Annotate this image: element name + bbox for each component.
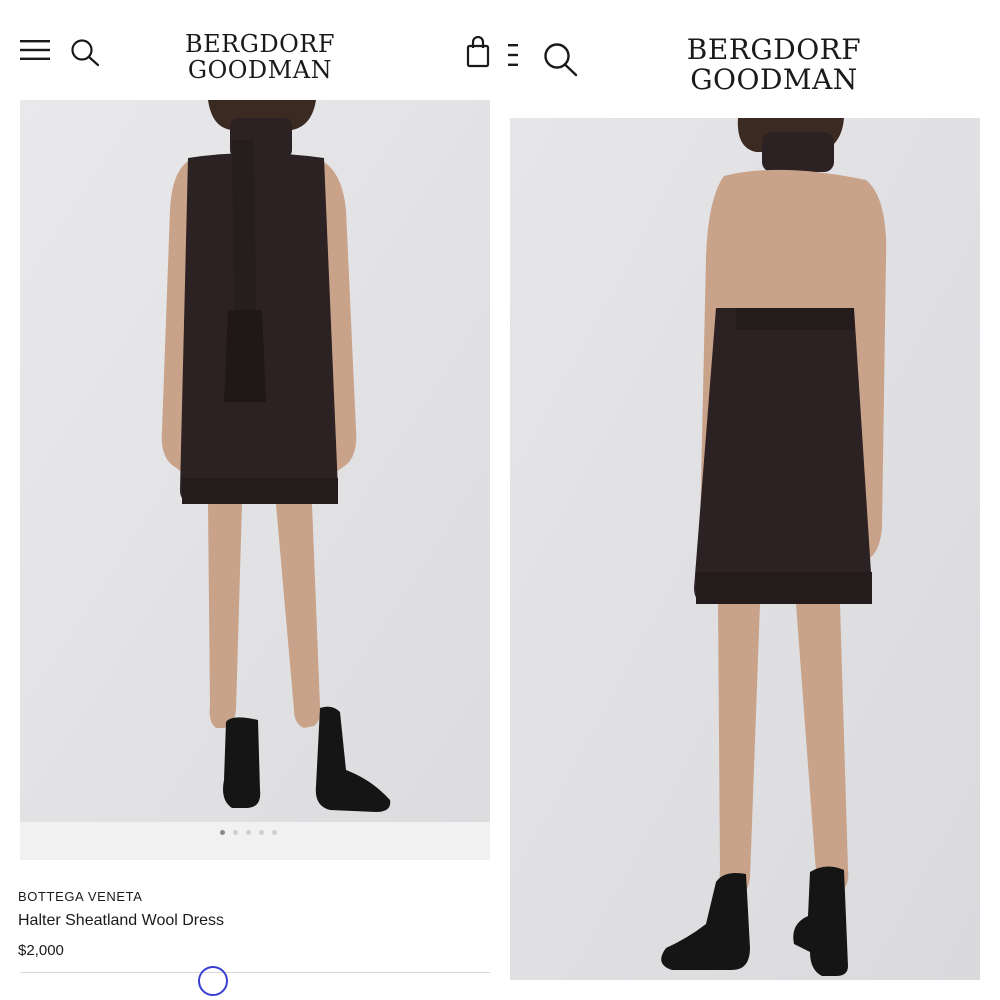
search-icon[interactable] [70, 38, 102, 68]
logo-line-1: BERGDORF [686, 33, 862, 66]
product-name: Halter Sheatland Wool Dress [18, 912, 225, 929]
pagination-dot-4[interactable] [259, 830, 264, 835]
right-product-screen: BERGDORF GOODMAN [500, 0, 1000, 1000]
pagination-dot-2[interactable] [233, 830, 238, 835]
left-product-screen: BERGDORF GOODMAN BOTTEGA VENETA Halter S… [0, 0, 500, 1000]
store-logo[interactable]: BERGDORF GOODMAN [165, 32, 355, 82]
search-icon[interactable] [542, 42, 580, 78]
product-price: $2,000 [18, 942, 64, 959]
shopping-bag-icon[interactable] [466, 35, 492, 68]
product-brand[interactable]: BOTTEGA VENETA [18, 889, 142, 904]
model-back-illustration [510, 118, 980, 980]
image-pagination [20, 822, 490, 860]
logo-line-2: GOODMAN [187, 56, 333, 84]
pagination-dot-5[interactable] [272, 830, 277, 835]
menu-icon[interactable] [20, 40, 50, 60]
logo-line-1: BERGDORF [184, 30, 336, 58]
model-front-illustration [20, 100, 490, 822]
store-logo[interactable]: BERGDORF GOODMAN [676, 36, 872, 94]
pagination-dot-1[interactable] [220, 830, 225, 835]
divider [20, 972, 490, 973]
product-image-back[interactable] [510, 118, 980, 980]
pagination-dot-3[interactable] [246, 830, 251, 835]
menu-icon[interactable] [508, 44, 520, 66]
partial-circle-button[interactable] [198, 966, 228, 996]
product-image-front[interactable] [20, 100, 490, 822]
logo-line-2: GOODMAN [690, 63, 858, 96]
